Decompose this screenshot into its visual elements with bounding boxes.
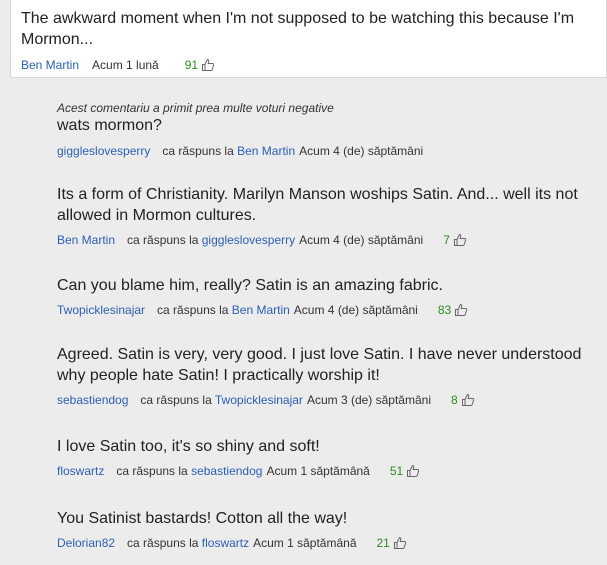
reply-comment: Its a form of Christianity. Marilyn Mans… <box>57 184 597 247</box>
comment-author-link[interactable]: giggleslovesperry <box>57 144 150 158</box>
thumbs-up-icon[interactable] <box>201 58 215 72</box>
thumbs-up-icon[interactable] <box>453 233 467 247</box>
thumbs-up-icon[interactable] <box>406 464 420 478</box>
comment-author-link[interactable]: Delorian82 <box>57 536 115 550</box>
comment-author-link[interactable]: Twopicklesinajar <box>57 303 145 317</box>
comment-author-link[interactable]: sebastiendog <box>57 393 128 407</box>
comment-votes: 21 <box>377 536 407 550</box>
reply-to: ca răspuns la floswartz <box>127 536 249 550</box>
reply-target-link[interactable]: Twopicklesinajar <box>215 393 303 407</box>
comment-text: Can you blame him, really? Satin is an a… <box>57 277 443 294</box>
reply-comment: Acest comentariu a primit prea multe vot… <box>57 101 597 158</box>
comment-time: Acum 3 (de) săptămâni <box>306 393 431 407</box>
comment-time: Acum 1 săptămână <box>266 464 370 478</box>
reply-to: ca răspuns la Twopicklesinajar <box>140 393 303 407</box>
reply-target-link[interactable]: floswartz <box>202 536 249 550</box>
reply-label: ca răspuns la <box>140 393 212 407</box>
vote-count: 8 <box>451 393 458 407</box>
comment-meta: Ben Martin Acum 1 lună 91 <box>21 58 596 72</box>
comment-text: I love Satin too, it's so shiny and soft… <box>57 438 320 455</box>
vote-count: 7 <box>443 233 450 247</box>
reply-label: ca răspuns la <box>116 464 188 478</box>
comment-text: You Satinist bastards! Cotton all the wa… <box>57 510 348 527</box>
thumbs-up-icon[interactable] <box>461 393 475 407</box>
vote-count: 51 <box>389 464 404 478</box>
comment-meta: floswartz ca răspuns la sebastiendog Acu… <box>57 464 597 478</box>
reply-comment: Agreed. Satin is very, very good. I just… <box>57 344 597 407</box>
comment-votes: 83 <box>438 303 468 317</box>
comment-meta: giggleslovesperry ca răspuns la Ben Mart… <box>57 144 597 158</box>
comment-meta: Delorian82 ca răspuns la floswartz Acum … <box>57 536 597 550</box>
reply-label: ca răspuns la <box>127 536 199 550</box>
comment-votes: 51 <box>390 464 420 478</box>
reply-to: ca răspuns la giggleslovesperry <box>127 233 295 247</box>
reply-target-link[interactable]: Ben Martin <box>232 303 290 317</box>
comment-text: Its a form of Christianity. Marilyn Mans… <box>57 186 578 224</box>
reply-target-link[interactable]: Ben Martin <box>237 144 295 158</box>
comment-time: Acum 4 (de) săptămâni <box>293 303 418 317</box>
comment-text: The awkward moment when I'm not supposed… <box>21 10 575 48</box>
thumbs-up-icon[interactable] <box>393 536 407 550</box>
comment-author-link[interactable]: Ben Martin <box>57 233 115 247</box>
comment-time: Acum 4 (de) săptămâni <box>299 144 424 158</box>
reply-label: ca răspuns la <box>157 303 229 317</box>
reply-comment: You Satinist bastards! Cotton all the wa… <box>57 508 597 550</box>
comment-time: Acum 1 lună <box>92 58 159 72</box>
comment-author-link[interactable]: Ben Martin <box>21 58 79 72</box>
comment-votes: 8 <box>451 393 475 407</box>
comment-meta: Ben Martin ca răspuns la giggleslovesper… <box>57 233 597 247</box>
vote-count: 83 <box>437 303 452 317</box>
comment-time: Acum 4 (de) săptămâni <box>299 233 424 247</box>
comment-time: Acum 1 săptămână <box>253 536 357 550</box>
vote-count: 21 <box>376 536 390 550</box>
reply-to: ca răspuns la Ben Martin <box>157 303 290 317</box>
reply-target-link[interactable]: giggleslovesperry <box>202 233 295 247</box>
reply-target-link[interactable]: sebastiendog <box>191 464 262 478</box>
comment-votes: 91 <box>185 58 215 72</box>
reply-comment: I love Satin too, it's so shiny and soft… <box>57 436 597 478</box>
reply-label: ca răspuns la <box>162 144 234 158</box>
comment-author-link[interactable]: floswartz <box>57 464 104 478</box>
vote-count: 91 <box>184 58 199 72</box>
comment-text: Agreed. Satin is very, very good. I just… <box>57 346 582 384</box>
thumbs-up-icon[interactable] <box>454 303 468 317</box>
reply-comment: Can you blame him, really? Satin is an a… <box>57 275 597 317</box>
comment-text: wats mormon? <box>57 117 162 134</box>
comment-meta: sebastiendog ca răspuns la Twopicklesina… <box>57 393 597 407</box>
reply-to: ca răspuns la sebastiendog <box>116 464 262 478</box>
comment-votes: 7 <box>443 233 467 247</box>
top-comment: The awkward moment when I'm not supposed… <box>10 0 607 78</box>
reply-to: ca răspuns la Ben Martin <box>162 144 295 158</box>
reply-label: ca răspuns la <box>127 233 199 247</box>
comment-meta: Twopicklesinajar ca răspuns la Ben Marti… <box>57 303 597 317</box>
hidden-comment-note: Acest comentariu a primit prea multe vot… <box>57 101 334 115</box>
